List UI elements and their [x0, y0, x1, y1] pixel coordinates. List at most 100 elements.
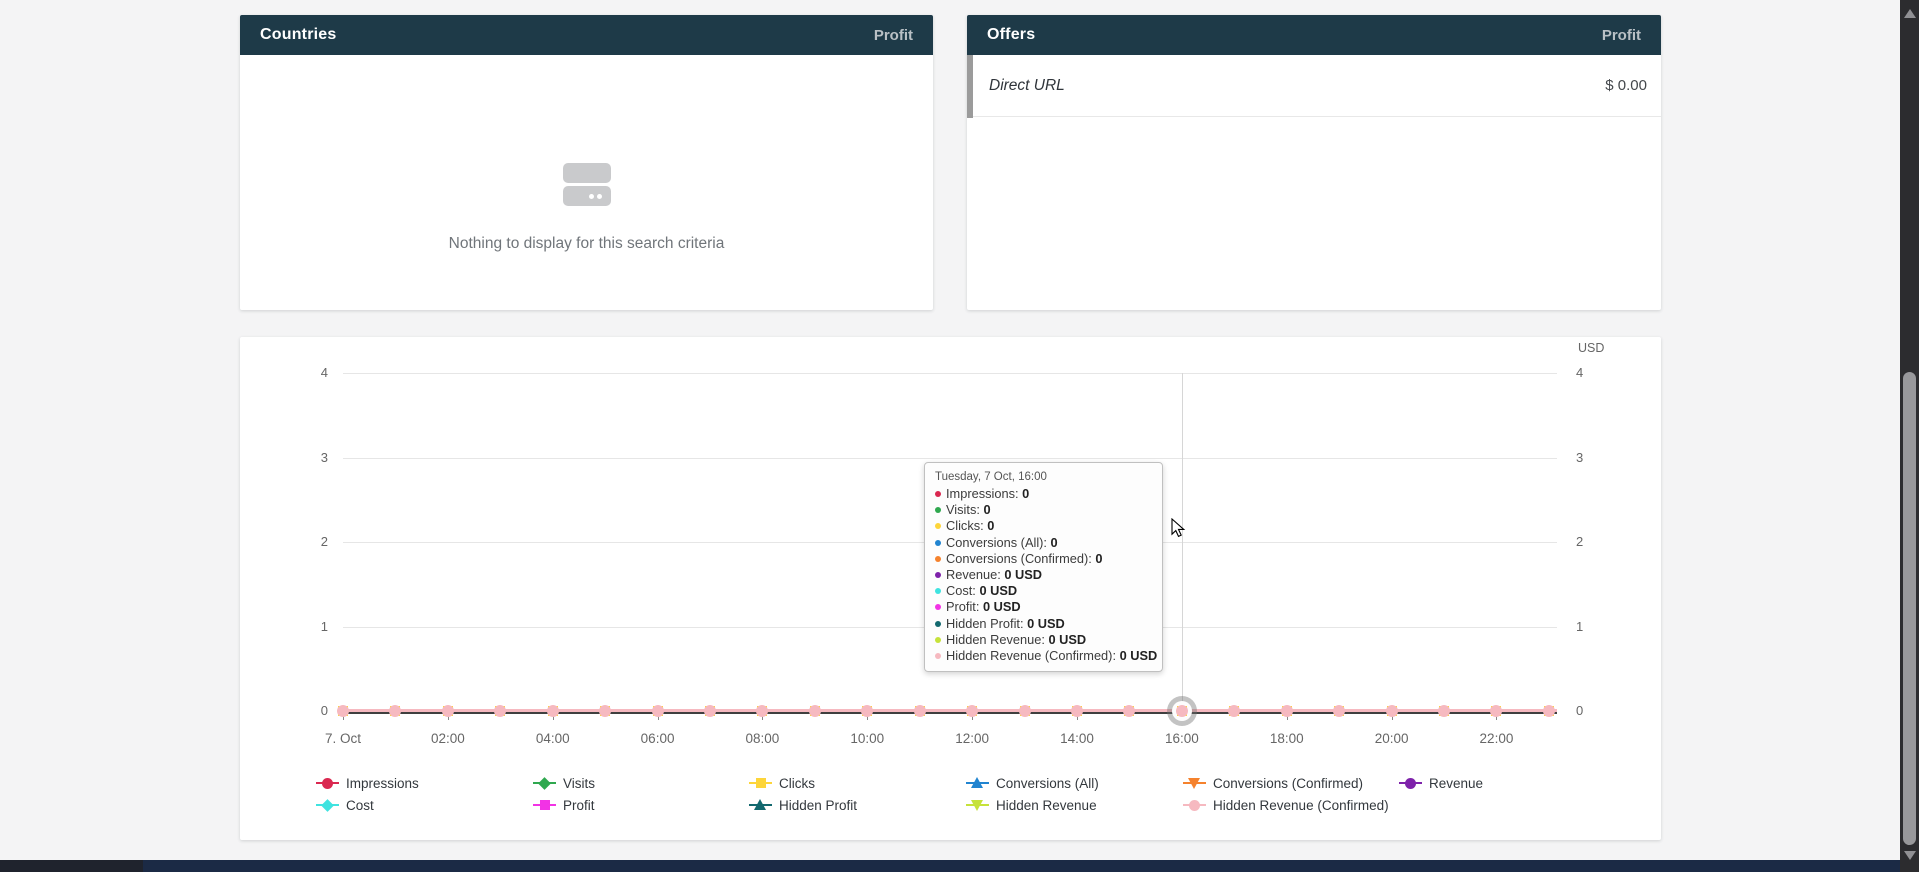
tooltip-row-hidden-revenue: Hidden Revenue: 0 USD	[935, 632, 1152, 648]
scroll-up-icon[interactable]	[1904, 9, 1916, 18]
offers-metric-header[interactable]: Profit	[1602, 27, 1641, 44]
impressions-marker-icon	[316, 774, 339, 792]
visits-marker-icon	[533, 774, 556, 792]
tooltip-metric-value: 0	[983, 502, 990, 517]
data-point-20-00[interactable]	[1385, 705, 1398, 718]
empty-data-icon-top	[563, 163, 611, 183]
data-point-03-00[interactable]	[494, 705, 507, 718]
data-point-10-00[interactable]	[861, 705, 874, 718]
data-point-09-00[interactable]	[808, 705, 821, 718]
legend-item-clicks[interactable]: Clicks	[749, 774, 815, 792]
tooltip-bullet-icon	[935, 588, 941, 594]
empty-data-icon-bottom	[563, 186, 611, 206]
tooltip-row-conversions-all: Conversions (All): 0	[935, 535, 1152, 551]
tooltip-metric-value: 0 USD	[983, 599, 1021, 614]
y-axis-unit-label: USD	[1578, 341, 1604, 355]
data-point-13-00[interactable]	[1018, 705, 1031, 718]
legend-item-revenue[interactable]: Revenue	[1399, 774, 1483, 792]
data-point-22-00[interactable]	[1490, 705, 1503, 718]
tooltip-metric-label: Conversions (All):	[946, 535, 1051, 550]
y-axis-label-left: 2	[298, 534, 328, 550]
tooltip-bullet-icon	[935, 507, 941, 513]
legend-label: Hidden Revenue	[996, 798, 1097, 813]
y-axis-label-right: 2	[1576, 534, 1606, 550]
legend-item-conversions-all[interactable]: Conversions (All)	[966, 774, 1099, 792]
tooltip-bullet-icon	[935, 556, 941, 562]
legend-item-conversions-confirmed[interactable]: Conversions (Confirmed)	[1183, 774, 1363, 792]
data-point-17-00[interactable]	[1228, 705, 1241, 718]
offers-table-row[interactable]: Direct URL$ 0.00	[967, 55, 1661, 117]
scrollbar-thumb[interactable]	[1903, 372, 1916, 845]
data-point-21-00[interactable]	[1438, 705, 1451, 718]
scroll-down-icon[interactable]	[1904, 851, 1916, 860]
x-axis-label: 12:00	[932, 731, 1012, 746]
data-point-14-00[interactable]	[1071, 705, 1084, 718]
data-point-15-00[interactable]	[1123, 705, 1136, 718]
x-axis-label: 08:00	[722, 731, 802, 746]
data-point-01-00[interactable]	[389, 705, 402, 718]
legend-item-hidden-revenue[interactable]: Hidden Revenue	[966, 796, 1097, 814]
tooltip-title: Tuesday, 7 Oct, 16:00	[935, 471, 1152, 483]
data-point-19-00[interactable]	[1333, 705, 1346, 718]
y-axis-label-right: 4	[1576, 365, 1606, 381]
legend-item-hidden-revenue-confirmed[interactable]: Hidden Revenue (Confirmed)	[1183, 796, 1389, 814]
bottom-bar	[0, 860, 1919, 872]
hidden-revenue-confirmed-marker	[1019, 705, 1031, 717]
offers-row-list: Direct URL$ 0.00	[967, 55, 1661, 117]
vertical-scrollbar[interactable]	[1900, 0, 1919, 872]
conversions-all-marker-icon	[966, 774, 989, 792]
data-point-18-00[interactable]	[1280, 705, 1293, 718]
tooltip-rows: Impressions: 0Visits: 0Clicks: 0Conversi…	[935, 486, 1152, 664]
legend-label: Revenue	[1429, 776, 1483, 791]
x-axis-label: 22:00	[1456, 731, 1536, 746]
countries-metric-header[interactable]: Profit	[874, 27, 913, 44]
legend-item-hidden-profit[interactable]: Hidden Profit	[749, 796, 857, 814]
legend-item-visits[interactable]: Visits	[533, 774, 595, 792]
gridline-y3	[343, 458, 1557, 459]
data-point-08-00[interactable]	[756, 705, 769, 718]
data-point-11-00[interactable]	[913, 705, 926, 718]
legend-label: Conversions (All)	[996, 776, 1099, 791]
data-point-07-00[interactable]	[704, 705, 717, 718]
y-axis-label-right: 0	[1576, 703, 1606, 719]
series-line-at-zero	[343, 709, 1557, 712]
offers-widget: Offers Profit Direct URL$ 0.00	[967, 15, 1661, 310]
data-point-05-00[interactable]	[599, 705, 612, 718]
data-point-06-00[interactable]	[651, 705, 664, 718]
tooltip-metric-label: Profit:	[946, 599, 983, 614]
hover-crosshair-line	[1182, 373, 1183, 711]
tooltip-metric-label: Impressions:	[946, 486, 1022, 501]
legend-label: Cost	[346, 798, 374, 813]
tooltip-row-hidden-revenue-confirmed: Hidden Revenue (Confirmed): 0 USD	[935, 648, 1152, 664]
legend-label: Hidden Profit	[779, 798, 857, 813]
data-point-02-00[interactable]	[441, 705, 454, 718]
tooltip-bullet-icon	[935, 540, 941, 546]
y-axis-label-left: 1	[298, 619, 328, 635]
offers-widget-header: Offers Profit	[967, 15, 1661, 55]
tooltip-metric-value: 0 USD	[1048, 632, 1086, 647]
legend-label: Hidden Revenue (Confirmed)	[1213, 798, 1389, 813]
data-point-04-00[interactable]	[546, 705, 559, 718]
x-axis-label: 16:00	[1142, 731, 1222, 746]
legend-label: Profit	[563, 798, 595, 813]
profit-marker-icon	[533, 796, 556, 814]
tooltip-row-hidden-profit: Hidden Profit: 0 USD	[935, 616, 1152, 632]
y-axis-label-left: 3	[298, 450, 328, 466]
clicks-marker-icon	[749, 774, 772, 792]
data-point-12-00[interactable]	[966, 705, 979, 718]
data-point-16-00[interactable]	[1175, 705, 1188, 718]
tooltip-metric-value: 0	[1051, 535, 1058, 550]
x-axis-label: 14:00	[1037, 731, 1117, 746]
y-axis-label-right: 1	[1576, 619, 1606, 635]
tooltip-metric-value: 0 USD	[1120, 648, 1158, 663]
data-point-00-00[interactable]	[337, 705, 350, 718]
data-point-23-00[interactable]	[1542, 705, 1555, 718]
chart-widget: 00112233447. Oct02:0004:0006:0008:0010:0…	[240, 337, 1661, 840]
x-axis-label: 04:00	[513, 731, 593, 746]
legend-item-impressions[interactable]: Impressions	[316, 774, 419, 792]
legend-label: Impressions	[346, 776, 419, 791]
legend-item-profit[interactable]: Profit	[533, 796, 595, 814]
legend-item-cost[interactable]: Cost	[316, 796, 374, 814]
y-axis-label-left: 0	[298, 703, 328, 719]
tooltip-row-profit: Profit: 0 USD	[935, 599, 1152, 615]
